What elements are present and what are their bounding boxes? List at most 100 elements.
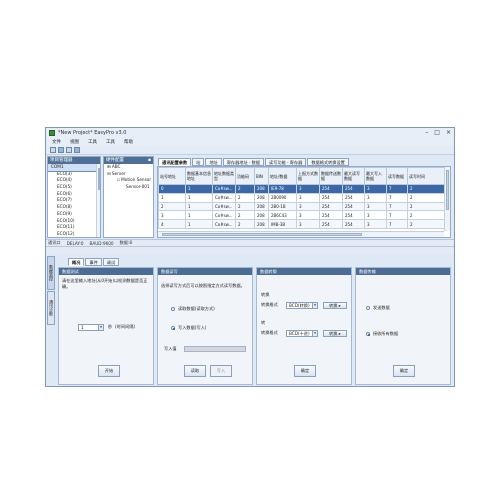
table-cell[interactable]: 254 bbox=[342, 184, 365, 194]
column-header[interactable]: 站号地址 bbox=[158, 167, 186, 185]
spin-icon[interactable]: ▾ bbox=[98, 325, 103, 330]
table-row[interactable]: 1 1 Co#sw... 2 208 2B0090 3 254 254 3 7 … bbox=[158, 192, 445, 203]
save-icon[interactable] bbox=[58, 147, 64, 153]
interval-input[interactable]: 1 ▾ bbox=[78, 324, 104, 331]
print-icon[interactable] bbox=[66, 147, 72, 153]
tree-item[interactable]: ECO(10) bbox=[48, 218, 100, 225]
table-cell[interactable]: 3 bbox=[296, 219, 320, 229]
table-cell[interactable]: 2 bbox=[407, 210, 445, 221]
tab-rw-function[interactable]: 读写功能 · 寄存器 bbox=[265, 158, 307, 166]
tree-item[interactable]: ECO(4) bbox=[48, 177, 100, 184]
tree-item[interactable]: Sensor-001 bbox=[104, 184, 153, 191]
table-cell[interactable]: IE9-78 bbox=[268, 184, 297, 194]
column-header[interactable]: 数据传送数据 bbox=[319, 167, 343, 185]
tab-address[interactable]: 地址 bbox=[205, 158, 222, 166]
chevron-down-icon[interactable]: ▾ bbox=[312, 331, 317, 336]
table-cell[interactable]: 208 bbox=[254, 184, 269, 194]
table-cell[interactable]: 7 bbox=[386, 210, 408, 221]
table-cell[interactable]: Co#sw... bbox=[212, 184, 236, 194]
menu-tools[interactable]: 工具 bbox=[88, 139, 97, 145]
table-cell[interactable]: 3 bbox=[364, 219, 387, 229]
sidetab-comm-diagnosis[interactable]: 通讯诊断 bbox=[47, 291, 55, 325]
table-cell[interactable]: 2B0-1B bbox=[268, 201, 297, 212]
column-header[interactable]: 地址数据类型 bbox=[212, 167, 236, 185]
scroll-thumb[interactable] bbox=[446, 170, 449, 210]
column-header[interactable]: 功能码 bbox=[235, 167, 255, 185]
tree-item[interactable]: ECO(9) bbox=[48, 211, 100, 218]
table-cell[interactable]: 208 bbox=[254, 192, 269, 203]
table-cell[interactable]: 7 bbox=[386, 192, 408, 203]
table-cell[interactable]: 3 bbox=[296, 192, 320, 203]
table-row[interactable]: 4 1 Co#sw... 2 208 IMB-3B 3 254 254 3 7 … bbox=[158, 219, 445, 229]
open-icon[interactable] bbox=[50, 147, 56, 153]
table-cell[interactable]: 254 bbox=[319, 219, 343, 229]
tree-item[interactable]: ECO(5) bbox=[48, 184, 100, 191]
scroll-thumb[interactable] bbox=[98, 168, 100, 190]
table-cell[interactable]: 254 bbox=[319, 210, 343, 221]
table-cell[interactable]: 3 bbox=[364, 210, 387, 221]
table-cell[interactable]: 3 bbox=[296, 210, 320, 221]
table-row[interactable]: 2 1 Co#sw... 2 208 2B0-1B 3 254 254 3 7 … bbox=[158, 201, 445, 212]
read-radio[interactable] bbox=[171, 307, 175, 311]
menu-tools-2[interactable]: 工具 bbox=[106, 139, 115, 145]
table-cell[interactable]: 7 bbox=[386, 201, 408, 212]
table-cell[interactable]: 2B0090 bbox=[268, 192, 297, 203]
table-cell[interactable]: 254 bbox=[319, 184, 343, 194]
table-cell[interactable]: 2 bbox=[158, 201, 186, 212]
tab-format-convert[interactable]: 数据格式转换设置 bbox=[307, 158, 349, 166]
table-cell[interactable]: 1 bbox=[185, 201, 213, 212]
table-cell[interactable]: 7 bbox=[386, 219, 408, 229]
menu-help[interactable]: 帮助 bbox=[124, 139, 133, 145]
table-cell[interactable]: 2 bbox=[407, 184, 445, 194]
table-cell[interactable]: 2 bbox=[235, 219, 255, 229]
column-header[interactable]: 读写时间 bbox=[407, 167, 445, 185]
table-cell[interactable]: 208 bbox=[254, 210, 269, 221]
table-cell[interactable]: 1 bbox=[185, 219, 213, 229]
table-cell[interactable]: 2 bbox=[407, 201, 445, 212]
close-button[interactable]: × bbox=[446, 129, 451, 136]
tree-item[interactable]: ECO(12) bbox=[48, 231, 100, 237]
table-cell[interactable]: 254 bbox=[342, 210, 365, 221]
table-cell[interactable]: 208 bbox=[254, 219, 269, 229]
convert-button-1[interactable]: 转换 ▸ bbox=[323, 302, 347, 309]
column-header[interactable]: 上报方式数据 bbox=[296, 167, 320, 185]
maximize-button[interactable]: □ bbox=[434, 129, 440, 136]
tree-item[interactable]: ECO(8) bbox=[48, 204, 100, 211]
table-cell[interactable]: 3 bbox=[296, 184, 320, 194]
table-cell[interactable]: 2 bbox=[235, 201, 255, 212]
write-button[interactable]: 写入 bbox=[210, 365, 232, 377]
column-header[interactable]: 数据基本信息地址 bbox=[185, 167, 213, 185]
tree-item[interactable]: ⊞ ABC bbox=[104, 164, 153, 171]
table-cell[interactable]: 2 bbox=[235, 184, 255, 194]
table-cell[interactable]: IMB-3B bbox=[268, 219, 297, 229]
column-header[interactable]: 最大写入数据 bbox=[364, 167, 387, 185]
convert-button-2[interactable]: 转换 ▸ bbox=[323, 330, 347, 337]
pin-icon[interactable]: ▪ bbox=[148, 157, 151, 164]
refresh-icon[interactable] bbox=[74, 147, 80, 153]
grid-horizontal-scrollbar[interactable] bbox=[158, 231, 444, 237]
table-cell[interactable]: 1 bbox=[185, 192, 213, 203]
table-cell[interactable]: 3 bbox=[296, 201, 320, 212]
tab-register-data[interactable]: 寄存器地址 · 数据 bbox=[222, 158, 265, 166]
convert-format-select-1[interactable]: BCD(转换) ▾ bbox=[286, 302, 318, 309]
table-cell[interactable]: 254 bbox=[342, 192, 365, 203]
tab-overview[interactable]: 概况 bbox=[68, 258, 85, 266]
table-cell[interactable]: 7 bbox=[386, 184, 408, 194]
send-radio[interactable] bbox=[366, 306, 370, 310]
sidetab-data-monitor[interactable]: 数据监控 bbox=[47, 256, 55, 290]
tree-item[interactable]: ECO(3) bbox=[48, 171, 100, 178]
table-cell[interactable]: 3 bbox=[364, 192, 387, 203]
table-cell[interactable]: Co#sw... bbox=[212, 201, 236, 212]
tab-events[interactable]: 事件 bbox=[85, 258, 102, 266]
convert-confirm-button[interactable]: 确定 bbox=[294, 365, 316, 377]
write-radio[interactable] bbox=[171, 326, 175, 330]
tab-comm-params[interactable]: 通讯配置参数 bbox=[158, 158, 192, 166]
table-cell[interactable]: 254 bbox=[319, 192, 343, 203]
table-cell[interactable]: 2B6C43 bbox=[268, 210, 297, 221]
table-cell[interactable]: 254 bbox=[319, 201, 343, 212]
grid-vertical-scrollbar[interactable] bbox=[444, 167, 450, 231]
tree-item[interactable]: ▫ Motion Sensor bbox=[104, 177, 153, 184]
table-row[interactable]: 0 1 Co#sw... 2 208 IE9-78 3 254 254 3 7 … bbox=[158, 184, 445, 194]
column-header[interactable]: 读写数据 bbox=[386, 167, 408, 185]
tree-scrollbar[interactable] bbox=[96, 164, 100, 237]
